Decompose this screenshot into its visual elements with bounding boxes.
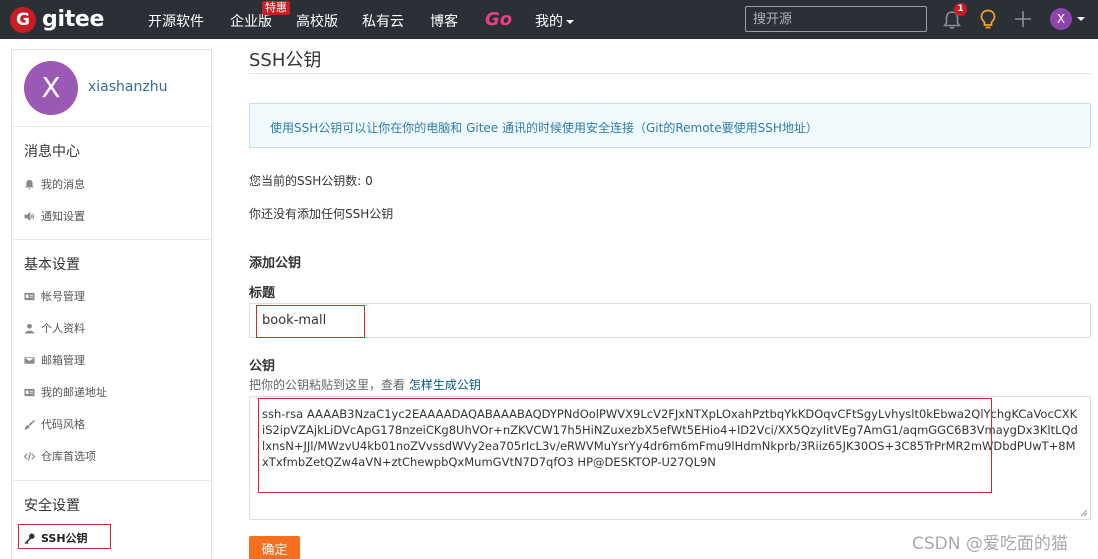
section-title-basic-settings: 基本设置 xyxy=(24,257,80,273)
chevron-down-icon xyxy=(566,20,574,24)
section-security-settings: 安全设置 SSH公钥 xyxy=(12,481,211,559)
lightbulb-icon[interactable] xyxy=(979,9,997,30)
profile-avatar[interactable]: X xyxy=(24,61,78,115)
resize-grip-icon[interactable] xyxy=(1080,509,1088,517)
ssh-key-count: 您当前的SSH公钥数: 0 xyxy=(249,174,373,188)
section-title-security-settings: 安全设置 xyxy=(24,498,80,514)
user-card: X xiashanzhu xyxy=(12,50,211,127)
address-card-icon xyxy=(24,388,35,396)
mail-icon xyxy=(24,356,35,364)
paint-brush-icon xyxy=(24,419,35,430)
key-icon xyxy=(24,532,35,544)
sidebar-item-profile[interactable]: 个人资料 xyxy=(24,320,85,336)
pubkey-hint-text: 把你的公钥粘贴到这里，查看 xyxy=(249,378,406,392)
bell-icon xyxy=(25,179,34,189)
section-title-message-center: 消息中心 xyxy=(24,144,80,160)
sidebar-item-label: 仓库首选项 xyxy=(41,450,96,463)
submit-button[interactable]: 确定 xyxy=(249,536,300,559)
gitee-logo-icon: G xyxy=(10,7,36,33)
page-title: SSH公钥 xyxy=(249,50,322,71)
info-alert: 使用SSH公钥可以让你在你的电脑和 Gitee 通讯的时候使用安全连接（Git的… xyxy=(249,103,1091,148)
settings-sidebar: X xiashanzhu 消息中心 我的消息 通知设置 基本设置 帐号管理 个人… xyxy=(11,49,212,559)
sidebar-item-label: 代码风格 xyxy=(41,418,85,431)
gitee-logo-letter: G xyxy=(16,9,30,30)
sidebar-item-label: 我的邮递地址 xyxy=(41,386,107,399)
sidebar-item-label: 通知设置 xyxy=(41,210,85,223)
add-key-heading: 添加公钥 xyxy=(249,256,302,271)
user-icon xyxy=(24,323,35,334)
no-key-message: 你还没有添加任何SSH公钥 xyxy=(249,207,394,221)
pubkey-field[interactable]: ssh-rsa AAAAB3NzaC1yc2EAAAADAQABAAABAQDY… xyxy=(249,396,1091,520)
title-divider xyxy=(249,73,1091,74)
nav-blog[interactable]: 博客 xyxy=(430,11,458,31)
search-box[interactable] xyxy=(745,6,927,32)
brand-name: gitee xyxy=(42,7,105,32)
sidebar-item-my-messages[interactable]: 我的消息 xyxy=(24,176,85,192)
top-navbar: G gitee 开源软件 企业版 特惠 高校版 私有云 博客 Go 我的 1 X xyxy=(0,0,1098,39)
sidebar-item-label: 帐号管理 xyxy=(41,290,85,303)
gitee-logo[interactable]: G gitee xyxy=(10,7,104,33)
pubkey-textarea[interactable]: ssh-rsa AAAAB3NzaC1yc2EAAAADAQABAAABAQDY… xyxy=(250,397,1090,519)
title-field[interactable] xyxy=(249,303,1091,338)
nav-mine-menu[interactable]: 我的 xyxy=(535,11,574,31)
sidebar-item-code-style[interactable]: 代码风格 xyxy=(24,416,85,432)
sidebar-item-account[interactable]: 帐号管理 xyxy=(24,288,85,304)
search-input[interactable] xyxy=(746,7,926,31)
plus-icon[interactable] xyxy=(1014,10,1032,28)
section-message-center: 消息中心 我的消息 通知设置 xyxy=(12,127,211,240)
nav-private-cloud[interactable]: 私有云 xyxy=(362,11,404,31)
pubkey-field-label: 公钥 xyxy=(249,359,276,374)
code-icon xyxy=(24,451,35,461)
nav-mine-label: 我的 xyxy=(535,14,563,30)
notification-count-badge: 1 xyxy=(954,3,967,16)
sidebar-item-ssh-keys[interactable]: SSH公钥 xyxy=(24,530,88,546)
sidebar-item-repo-preferences[interactable]: 仓库首选项 xyxy=(24,448,96,464)
sidebar-item-notification-settings[interactable]: 通知设置 xyxy=(24,208,85,224)
csdn-watermark: CSDN @爱吃面的猫 xyxy=(912,534,1068,554)
sidebar-item-label: SSH公钥 xyxy=(41,532,88,545)
pubkey-hint: 把你的公钥粘贴到这里，查看 怎样生成公钥 xyxy=(249,376,481,393)
user-avatar[interactable]: X xyxy=(1050,8,1072,30)
sidebar-item-label: 个人资料 xyxy=(41,322,85,335)
sidebar-item-label: 邮箱管理 xyxy=(41,354,85,367)
sidebar-item-address[interactable]: 我的邮递地址 xyxy=(24,384,107,400)
id-card-icon xyxy=(24,292,35,300)
section-basic-settings: 基本设置 帐号管理 个人资料 邮箱管理 我的邮递地址 代码风格 仓库首选项 xyxy=(12,240,211,481)
info-alert-text: 使用SSH公钥可以让你在你的电脑和 Gitee 通讯的时候使用安全连接（Git的… xyxy=(270,121,818,135)
how-to-generate-key-link[interactable]: 怎样生成公钥 xyxy=(409,378,481,392)
title-input[interactable] xyxy=(250,304,1090,337)
sidebar-item-label: 我的消息 xyxy=(41,178,85,191)
avatar-chevron-down-icon[interactable] xyxy=(1077,17,1085,21)
sidebar-item-email[interactable]: 邮箱管理 xyxy=(24,352,85,368)
profile-username[interactable]: xiashanzhu xyxy=(88,79,167,95)
nav-education[interactable]: 高校版 xyxy=(296,11,338,31)
go-icon[interactable]: Go xyxy=(485,9,512,30)
speaker-icon xyxy=(24,211,34,221)
title-field-label: 标题 xyxy=(249,286,276,301)
promo-badge: 特惠 xyxy=(262,1,290,15)
nav-open-source[interactable]: 开源软件 xyxy=(148,11,204,31)
